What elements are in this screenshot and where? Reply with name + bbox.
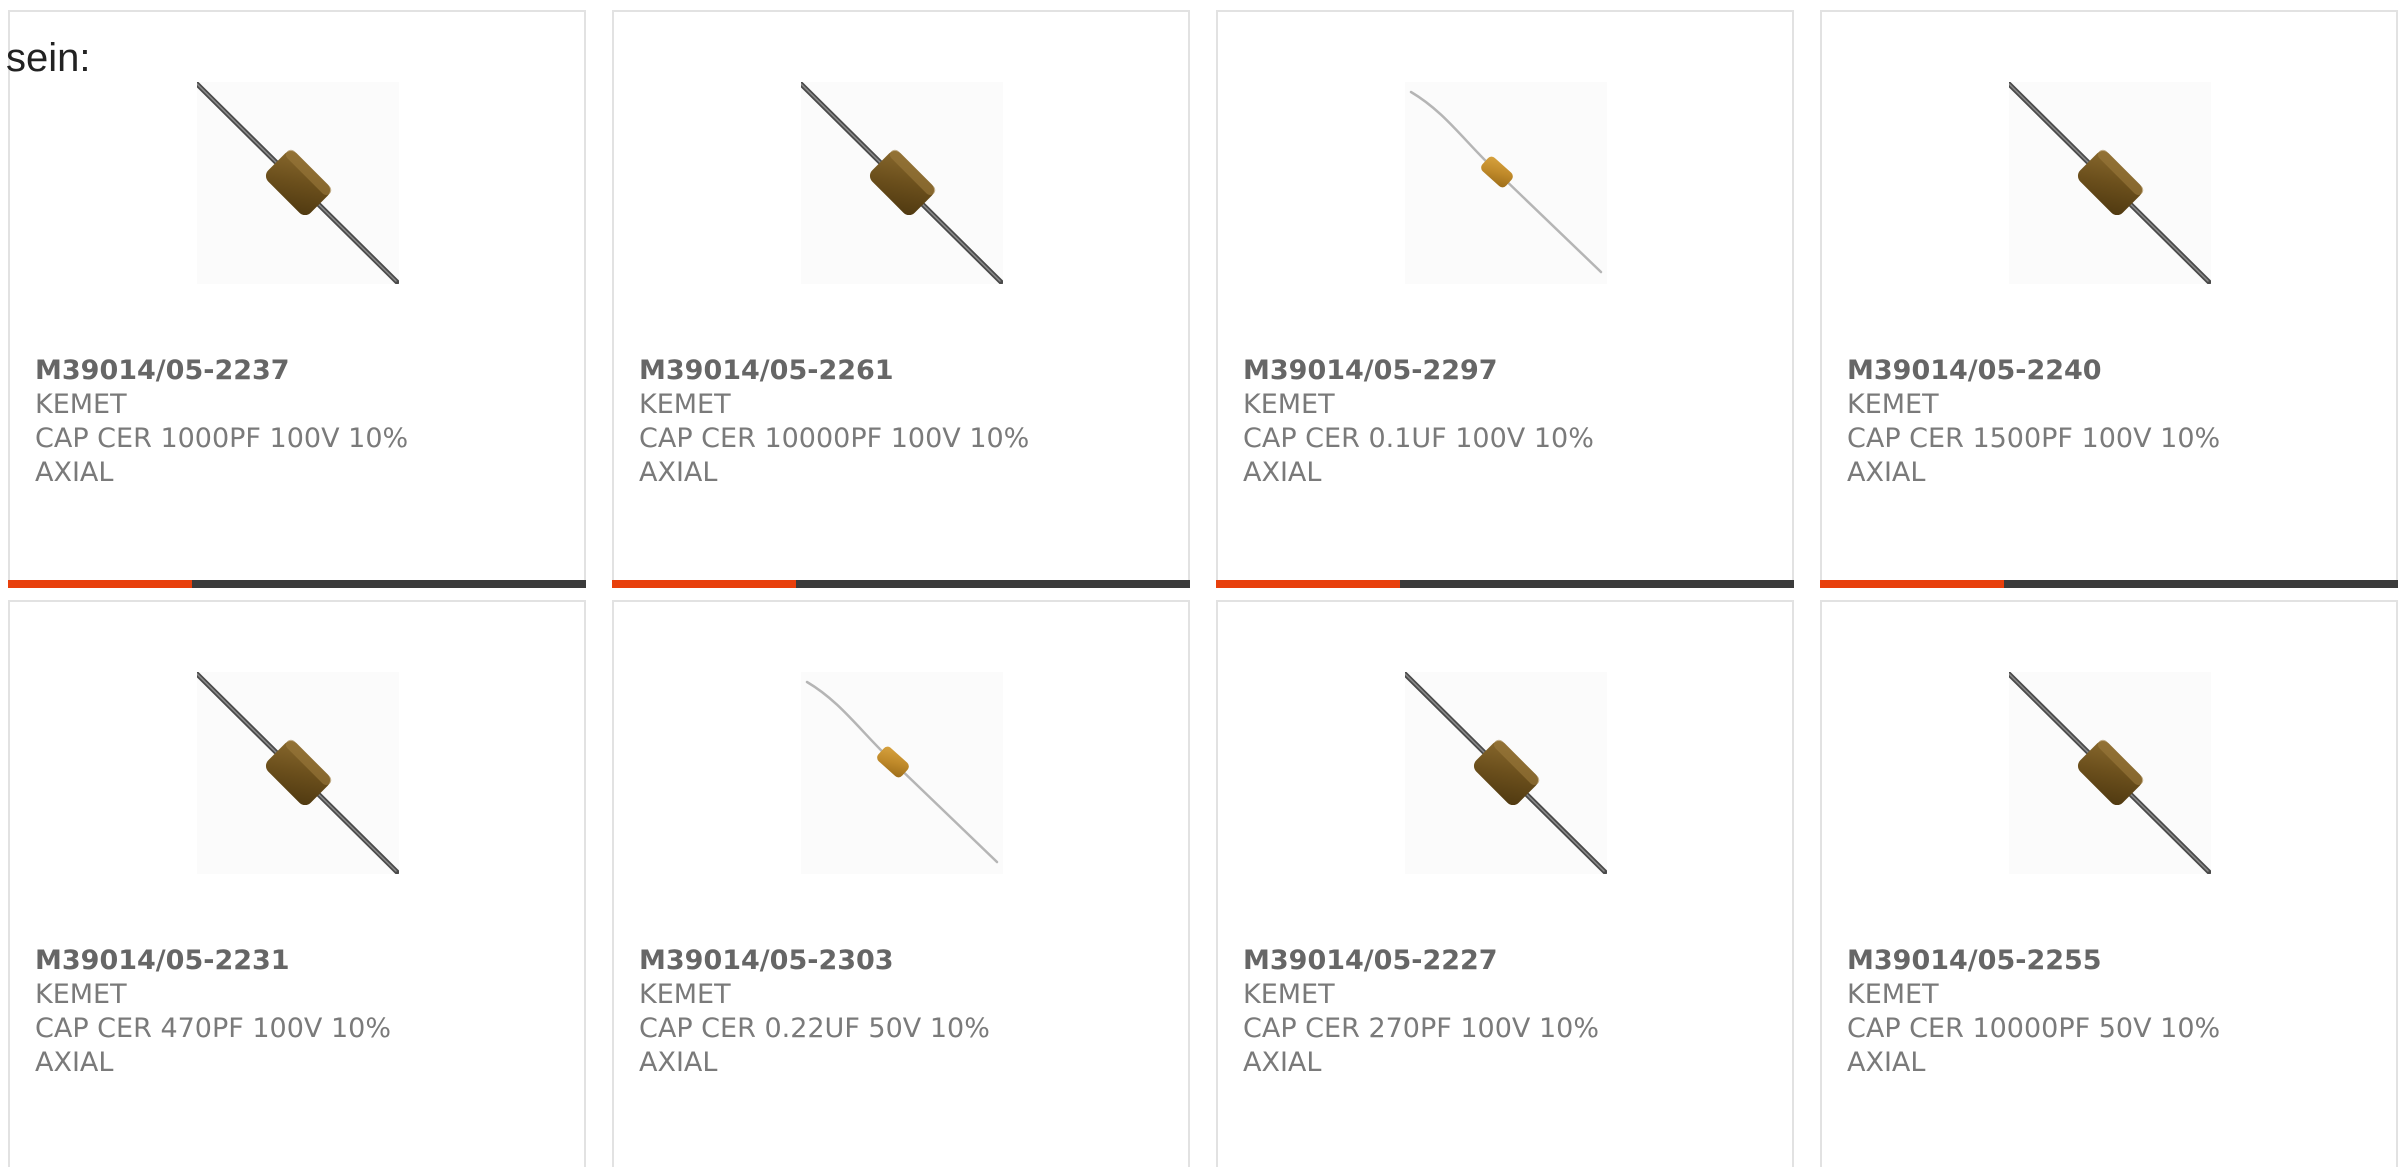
product-info: M39014/05-2261 KEMET CAP CER 10000PF 100…	[639, 354, 1069, 490]
manufacturer: KEMET	[1847, 979, 1939, 1010]
card-accent-bar	[612, 580, 796, 588]
product-info: M39014/05-2297 KEMET CAP CER 0.1UF 100V …	[1243, 354, 1673, 490]
product-image[interactable]	[1405, 672, 1607, 874]
manufacturer: KEMET	[35, 979, 127, 1010]
product-card[interactable]: M39014/05-2255 KEMET CAP CER 10000PF 50V…	[1820, 600, 2398, 1167]
product-image[interactable]	[197, 672, 399, 874]
card-bottom-bar	[1216, 580, 1794, 588]
product-card[interactable]: M39014/05-2261 KEMET CAP CER 10000PF 100…	[612, 10, 1190, 588]
manufacturer: KEMET	[639, 389, 731, 420]
part-number[interactable]: M39014/05-2240	[1847, 354, 2277, 388]
axial-capacitor-thick-icon	[801, 82, 1003, 284]
product-image[interactable]	[801, 82, 1003, 284]
part-number[interactable]: M39014/05-2255	[1847, 944, 2277, 978]
card-bottom-bar	[612, 580, 1190, 588]
product-info: M39014/05-2255 KEMET CAP CER 10000PF 50V…	[1847, 944, 2277, 1080]
description: CAP CER 0.1UF 100V 10% AXIAL	[1243, 423, 1594, 488]
product-info: M39014/05-2231 KEMET CAP CER 470PF 100V …	[35, 944, 465, 1080]
product-card[interactable]: M39014/05-2237 KEMET CAP CER 1000PF 100V…	[8, 10, 586, 588]
card-bottom-bar	[1820, 580, 2398, 588]
axial-capacitor-thick-icon	[2009, 82, 2211, 284]
description: CAP CER 10000PF 100V 10% AXIAL	[639, 423, 1030, 488]
description: CAP CER 270PF 100V 10% AXIAL	[1243, 1013, 1599, 1078]
part-number[interactable]: M39014/05-2231	[35, 944, 465, 978]
description: CAP CER 470PF 100V 10% AXIAL	[35, 1013, 391, 1078]
axial-capacitor-thick-icon	[197, 672, 399, 874]
axial-capacitor-thin-icon	[1405, 82, 1607, 284]
manufacturer: KEMET	[35, 389, 127, 420]
product-card[interactable]: M39014/05-2231 KEMET CAP CER 470PF 100V …	[8, 600, 586, 1167]
product-info: M39014/05-2237 KEMET CAP CER 1000PF 100V…	[35, 354, 465, 490]
lead-text: sein:	[6, 36, 91, 80]
manufacturer: KEMET	[1847, 389, 1939, 420]
part-number[interactable]: M39014/05-2237	[35, 354, 465, 388]
axial-capacitor-thin-icon	[801, 672, 1003, 874]
card-accent-bar	[1820, 580, 2004, 588]
axial-capacitor-thick-icon	[2009, 672, 2211, 874]
card-bottom-bar	[8, 580, 586, 588]
product-image[interactable]	[1405, 82, 1607, 284]
description: CAP CER 1000PF 100V 10% AXIAL	[35, 423, 409, 488]
manufacturer: KEMET	[1243, 389, 1335, 420]
product-info: M39014/05-2227 KEMET CAP CER 270PF 100V …	[1243, 944, 1673, 1080]
manufacturer: KEMET	[1243, 979, 1335, 1010]
card-accent-bar	[8, 580, 192, 588]
description: CAP CER 0.22UF 50V 10% AXIAL	[639, 1013, 990, 1078]
product-card[interactable]: M39014/05-2297 KEMET CAP CER 0.1UF 100V …	[1216, 10, 1794, 588]
part-number[interactable]: M39014/05-2303	[639, 944, 1069, 978]
product-card[interactable]: M39014/05-2303 KEMET CAP CER 0.22UF 50V …	[612, 600, 1190, 1167]
product-card[interactable]: M39014/05-2240 KEMET CAP CER 1500PF 100V…	[1820, 10, 2398, 588]
part-number[interactable]: M39014/05-2227	[1243, 944, 1673, 978]
product-image[interactable]	[2009, 672, 2211, 874]
axial-capacitor-thick-icon	[197, 82, 399, 284]
axial-capacitor-thick-icon	[1405, 672, 1607, 874]
part-number[interactable]: M39014/05-2297	[1243, 354, 1673, 388]
description: CAP CER 1500PF 100V 10% AXIAL	[1847, 423, 2221, 488]
product-image[interactable]	[197, 82, 399, 284]
manufacturer: KEMET	[639, 979, 731, 1010]
card-accent-bar	[1216, 580, 1400, 588]
product-info: M39014/05-2303 KEMET CAP CER 0.22UF 50V …	[639, 944, 1069, 1080]
part-number[interactable]: M39014/05-2261	[639, 354, 1069, 388]
description: CAP CER 10000PF 50V 10% AXIAL	[1847, 1013, 2221, 1078]
product-info: M39014/05-2240 KEMET CAP CER 1500PF 100V…	[1847, 354, 2277, 490]
product-image[interactable]	[2009, 82, 2211, 284]
product-image[interactable]	[801, 672, 1003, 874]
product-card[interactable]: M39014/05-2227 KEMET CAP CER 270PF 100V …	[1216, 600, 1794, 1167]
